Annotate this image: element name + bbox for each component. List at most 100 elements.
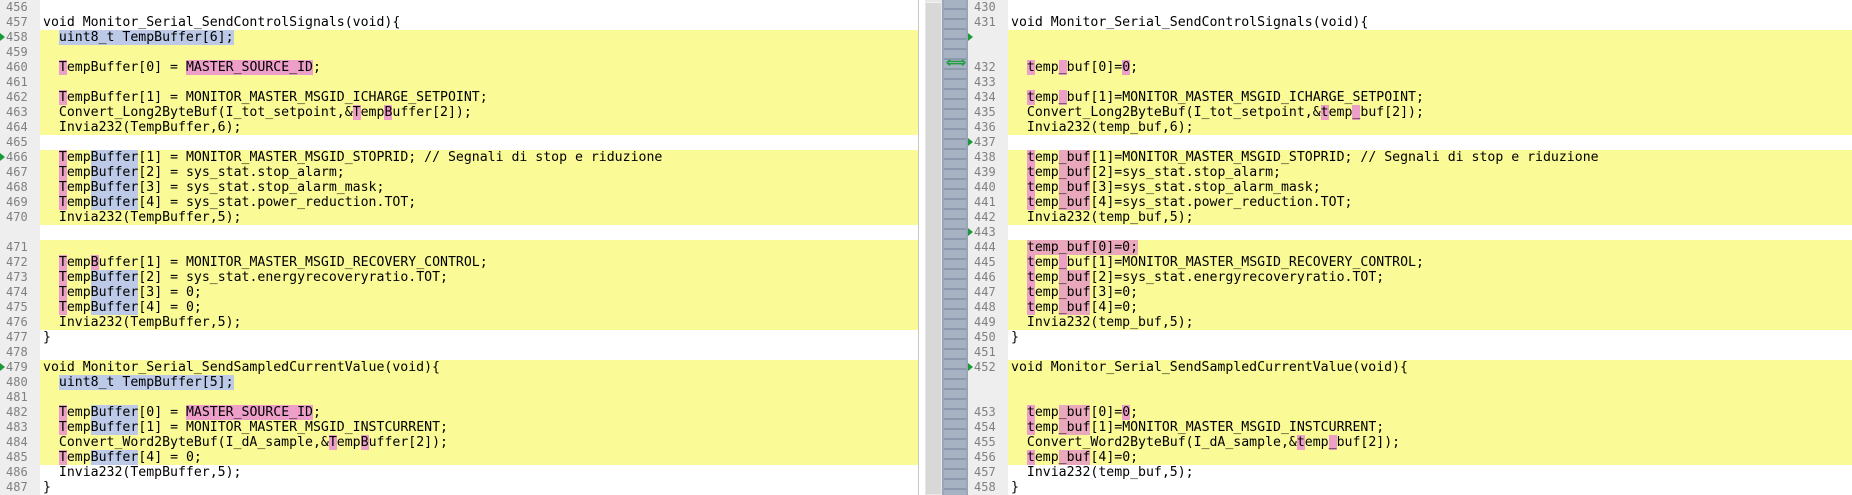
- code-line[interactable]: 456: [0, 0, 918, 15]
- diff-overview-strip[interactable]: [942, 0, 968, 495]
- code-line[interactable]: 459: [0, 45, 918, 60]
- line-number-gutter: 457: [968, 465, 1008, 480]
- line-number-gutter: 450: [968, 330, 1008, 345]
- code-line[interactable]: 430: [968, 0, 1852, 15]
- code-line[interactable]: 435 Convert_Long2ByteBuf(I_tot_setpoint,…: [968, 105, 1852, 120]
- code-line[interactable]: 451: [968, 345, 1852, 360]
- code-line[interactable]: 443: [968, 225, 1852, 240]
- code-line[interactable]: 458 uint8_t TempBuffer[6];: [0, 30, 918, 45]
- code-line[interactable]: 484 Convert_Word2ByteBuf(I_dA_sample,&Te…: [0, 435, 918, 450]
- code-line[interactable]: [968, 375, 1852, 390]
- code-line[interactable]: 450}: [968, 330, 1852, 345]
- code-line[interactable]: [968, 30, 1852, 45]
- code-line[interactable]: 458}: [968, 480, 1852, 495]
- code-line[interactable]: 478: [0, 345, 918, 360]
- code-line[interactable]: 446 temp_buf[2]=sys_stat.energyrecoveryr…: [968, 270, 1852, 285]
- code-line[interactable]: 452 void Monitor_Serial_SendSampledCurren…: [968, 360, 1852, 375]
- code-segment: _buf: [1058, 300, 1091, 315]
- code-segment: [4]=0;: [1090, 300, 1139, 315]
- code-line[interactable]: 433: [968, 75, 1852, 90]
- code-line[interactable]: 432 temp_buf[0]=0;: [968, 60, 1852, 75]
- code-text: temp_buf[4]=0;: [1011, 450, 1138, 465]
- vertical-scrollbar[interactable]: [925, 0, 942, 495]
- code-line[interactable]: 456 temp_buf[4]=0;: [968, 450, 1852, 465]
- code-segment: emp: [1034, 405, 1059, 420]
- code-text: }: [1011, 480, 1019, 495]
- code-line[interactable]: 464 Invia232(TempBuffer,6);: [0, 120, 918, 135]
- left-diff-pane[interactable]: 456 457 void Monitor_Serial_SendControlSig…: [0, 0, 918, 495]
- code-line[interactable]: 468 TempBuffer[3] = sys_stat.stop_alarm_…: [0, 180, 918, 195]
- code-line[interactable]: 431 void Monitor_Serial_SendControlSignal…: [968, 15, 1852, 30]
- code-line[interactable]: [0, 225, 918, 240]
- code-line[interactable]: 461: [0, 75, 918, 90]
- code-line[interactable]: 457 Invia232(temp_buf,5);: [968, 465, 1852, 480]
- line-number: 432: [974, 60, 996, 74]
- code-line[interactable]: 447 temp_buf[3]=0;: [968, 285, 1852, 300]
- code-line[interactable]: 486 Invia232(TempBuffer,5);: [0, 465, 918, 480]
- code-line[interactable]: 442 Invia232(temp_buf,5);: [968, 210, 1852, 225]
- code-line[interactable]: 480 uint8_t TempBuffer[5];: [0, 375, 918, 390]
- code-line[interactable]: 457 void Monitor_Serial_SendControlSignal…: [0, 15, 918, 30]
- code-segment: [4]=sys_stat.power_reduction.TOT;: [1090, 195, 1353, 210]
- code-line[interactable]: 487}: [0, 480, 918, 495]
- code-segment: ;: [312, 60, 321, 75]
- code-line[interactable]: 453 temp_buf[0]=0;: [968, 405, 1852, 420]
- double-arrow-icon[interactable]: ⟺: [943, 56, 969, 70]
- code-line[interactable]: 481: [0, 390, 918, 405]
- code-line[interactable]: 475 TempBuffer[4] = 0;: [0, 300, 918, 315]
- code-segment: Buffer: [90, 150, 139, 165]
- code-line[interactable]: 455 Convert_Word2ByteBuf(I_dA_sample,&te…: [968, 435, 1852, 450]
- code-line[interactable]: 462 TempBuffer[1] = MONITOR_MASTER_MSGID…: [0, 90, 918, 105]
- code-line[interactable]: 466 TempBuffer[1] = MONITOR_MASTER_MSGID…: [0, 150, 918, 165]
- code-line[interactable]: 448 temp_buf[4]=0;: [968, 300, 1852, 315]
- code-segment: T: [58, 150, 67, 165]
- code-line[interactable]: [968, 45, 1852, 60]
- code-line[interactable]: 483 TempBuffer[1] = MONITOR_MASTER_MSGID…: [0, 420, 918, 435]
- code-line[interactable]: 467 TempBuffer[2] = sys_stat.stop_alarm;: [0, 165, 918, 180]
- code-line[interactable]: 482 TempBuffer[0] = MASTER_SOURCE_ID;: [0, 405, 918, 420]
- code-text: TempBuffer[2] = sys_stat.stop_alarm;: [43, 165, 345, 180]
- line-number-gutter: 458: [968, 480, 1008, 495]
- code-line[interactable]: 436 Invia232(temp_buf,6);: [968, 120, 1852, 135]
- code-line[interactable]: 465: [0, 135, 918, 150]
- code-line[interactable]: 477}: [0, 330, 918, 345]
- code-line[interactable]: 472 TempBuffer[1] = MONITOR_MASTER_MSGID…: [0, 255, 918, 270]
- code-line[interactable]: 441 temp_buf[4]=sys_stat.power_reduction…: [968, 195, 1852, 210]
- code-line[interactable]: 463 Convert_Long2ByteBuf(I_tot_setpoint,…: [0, 105, 918, 120]
- code-line[interactable]: 460 TempBuffer[0] = MASTER_SOURCE_ID;: [0, 60, 918, 75]
- right-diff-pane[interactable]: 430 431 void Monitor_Serial_SendControlSig…: [968, 0, 1852, 495]
- code-line[interactable]: 479 void Monitor_Serial_SendSampledCurren…: [0, 360, 918, 375]
- code-line[interactable]: 438 temp_buf[1]=MONITOR_MASTER_MSGID_STO…: [968, 150, 1852, 165]
- scrollbar-thumb[interactable]: [926, 2, 941, 494]
- code-line[interactable]: 474 TempBuffer[3] = 0;: [0, 285, 918, 300]
- code-line[interactable]: 471: [0, 240, 918, 255]
- line-number: 452: [974, 360, 996, 374]
- code-text: temp_buf[1]=MONITOR_MASTER_MSGID_ICHARGE…: [1011, 90, 1424, 105]
- line-number: 465: [6, 135, 28, 149]
- code-line[interactable]: 449 Invia232(temp_buf,5);: [968, 315, 1852, 330]
- code-line[interactable]: 470 Invia232(TempBuffer,5);: [0, 210, 918, 225]
- code-line[interactable]: 445 temp_buf[1]=MONITOR_MASTER_MSGID_REC…: [968, 255, 1852, 270]
- code-line[interactable]: 473 TempBuffer[2] = sys_stat.energyrecov…: [0, 270, 918, 285]
- code-segment: Invia232(TempBuffer,5);: [43, 315, 242, 330]
- line-number-gutter: 435: [968, 105, 1008, 120]
- code-line[interactable]: 439 temp_buf[2]=sys_stat.stop_alarm;: [968, 165, 1852, 180]
- code-line[interactable]: 485 TempBuffer[4] = 0;: [0, 450, 918, 465]
- code-segment: _: [1328, 435, 1337, 450]
- code-segment: _buf: [1058, 195, 1091, 210]
- code-line[interactable]: 444 temp_buf[0]=0;: [968, 240, 1852, 255]
- code-line[interactable]: 476 Invia232(TempBuffer,5);: [0, 315, 918, 330]
- code-line[interactable]: 454 temp_buf[1]=MONITOR_MASTER_MSGID_INS…: [968, 420, 1852, 435]
- code-segment: _buf: [1058, 150, 1091, 165]
- code-line[interactable]: [968, 390, 1852, 405]
- code-line[interactable]: 469 TempBuffer[4] = sys_stat.power_reduc…: [0, 195, 918, 210]
- code-line[interactable]: 437: [968, 135, 1852, 150]
- code-line[interactable]: 440 temp_buf[3]=sys_stat.stop_alarm_mask…: [968, 180, 1852, 195]
- line-number: 462: [6, 90, 28, 104]
- code-line[interactable]: 434 temp_buf[1]=MONITOR_MASTER_MSGID_ICH…: [968, 90, 1852, 105]
- line-number: 458: [974, 480, 996, 494]
